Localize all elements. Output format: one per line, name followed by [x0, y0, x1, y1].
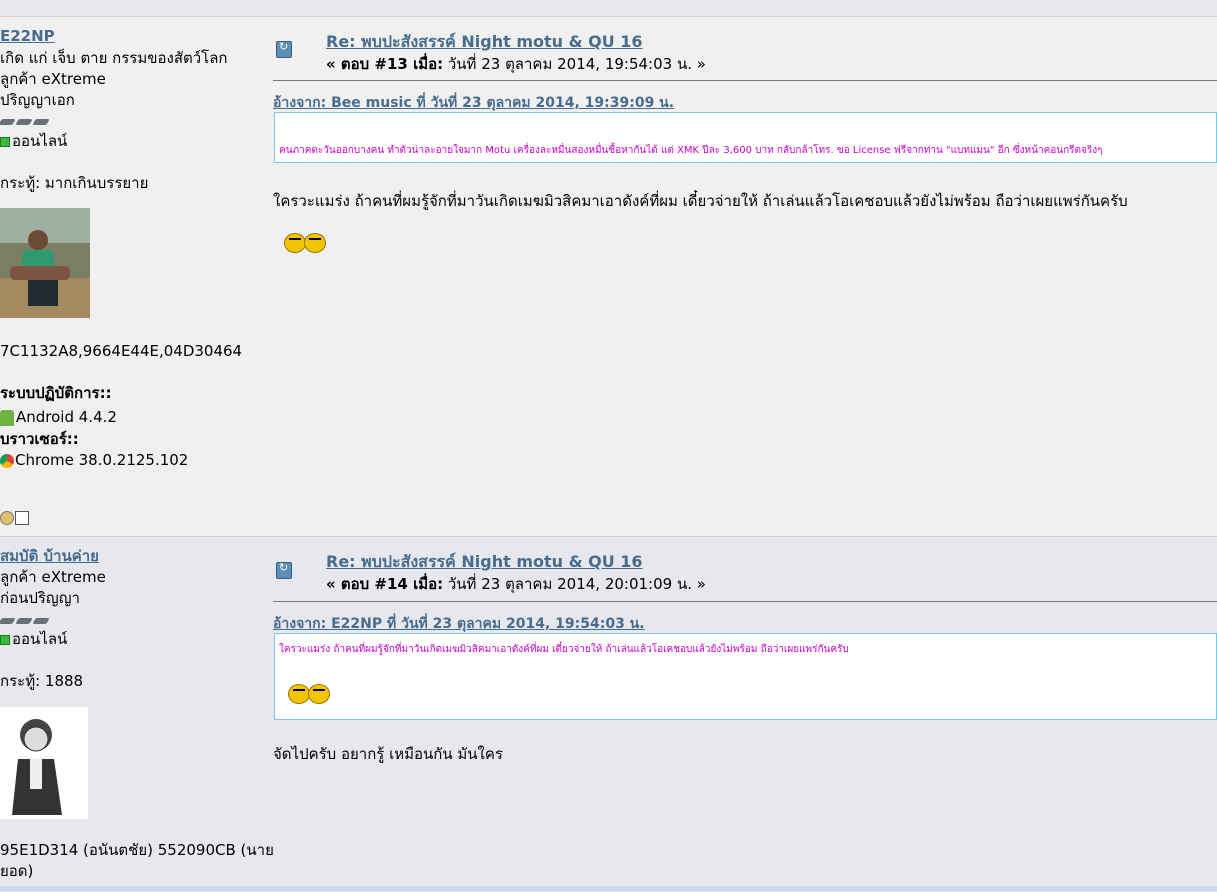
rank-stars-icon	[0, 111, 51, 129]
message-icon	[276, 40, 292, 58]
profile-icon[interactable]	[0, 511, 14, 525]
forum-post: สมบัติ บ้านค่าย ลูกค้า eXtreme ก่อนปริญญ…	[0, 536, 1217, 892]
quote-text: คนภาคตะวันออกบางคน ทำตัวน่าละอายใจมาก Mo…	[279, 145, 1103, 156]
post-meta: « ตอบ #14 เมื่อ: วันที่ 23 ตุลาคม 2014, …	[326, 575, 706, 593]
smiley-icon	[282, 231, 328, 257]
serial-keys: 95E1D314 (อนันตชัย) 552090CB (นาย	[0, 841, 274, 859]
post-content: Re: พบปะสังสรรค์ Night motu & QU 16 « ตอ…	[273, 537, 1217, 892]
browser-label: บราวเซอร์::	[0, 430, 79, 448]
quote-box: ใครวะแมร่ง ถ้าคนที่ผมรู้จักที่มาวันเกิดเ…	[274, 633, 1217, 720]
serial-keys: 7C1132A8,9664E44E,04D30464	[0, 342, 243, 360]
author-name-link[interactable]: E22NP	[0, 27, 55, 45]
post-content: Re: พบปะสังสรรค์ Night motu & QU 16 « ตอ…	[273, 17, 1217, 535]
divider	[273, 601, 1217, 602]
message-icon	[276, 561, 292, 579]
avatar	[0, 707, 88, 819]
member-group: ลูกค้า eXtreme	[0, 70, 106, 88]
author-sidebar: สมบัติ บ้านค่าย ลูกค้า eXtreme ก่อนปริญญ…	[0, 537, 274, 892]
divider	[273, 80, 1217, 81]
os-label: ระบบปฏิบัติการ::	[0, 384, 112, 402]
chrome-icon	[0, 453, 14, 468]
member-rank: ปริญญาเอก	[0, 91, 75, 109]
top-strip	[0, 0, 1217, 17]
avatar	[0, 208, 90, 318]
author-sidebar: E22NP เกิด แก่ เจ็บ ตาย กรรมของสัตว์โลก …	[0, 17, 265, 535]
online-status: ออนไลน์	[0, 630, 67, 648]
member-group: ลูกค้า eXtreme	[0, 568, 106, 586]
profile-icons	[0, 511, 29, 529]
browser-info: Chrome 38.0.2125.102	[0, 451, 188, 469]
member-rank: ก่อนปริญญา	[0, 589, 80, 607]
online-icon	[0, 634, 10, 645]
bottom-strip	[0, 886, 1217, 891]
post-meta: « ตอบ #13 เมื่อ: วันที่ 23 ตุลาคม 2014, …	[326, 55, 706, 73]
android-icon	[0, 409, 14, 426]
post-body: ใครวะแมร่ง ถ้าคนที่ผมรู้จักที่มาวันเกิดเ…	[273, 192, 1128, 210]
quote-header-link[interactable]: อ้างจาก: Bee music ที่ วันที่ 23 ตุลาคม …	[273, 92, 674, 114]
serial-keys-cont: ยอด)	[0, 862, 34, 880]
quote-text: ใครวะแมร่ง ถ้าคนที่ผมรู้จักที่มาวันเกิดเ…	[279, 644, 849, 655]
os-info: Android 4.4.2	[0, 408, 117, 426]
author-title: เกิด แก่ เจ็บ ตาย กรรมของสัตว์โลก	[0, 49, 228, 67]
quote-header-link[interactable]: อ้างจาก: E22NP ที่ วันที่ 23 ตุลาคม 2014…	[273, 613, 645, 635]
smiley-icon	[286, 682, 332, 708]
rank-stars-icon	[0, 610, 51, 628]
online-icon	[0, 136, 10, 147]
personal-message-icon[interactable]	[15, 511, 29, 525]
online-status: ออนไลน์	[0, 132, 67, 150]
author-name-link[interactable]: สมบัติ บ้านค่าย	[0, 547, 99, 565]
post-count: กระทู้: มากเกินบรรยาย	[0, 174, 149, 192]
post-body: จัดไปครับ อยากรู้ เหมือนกัน มันใคร	[273, 745, 503, 763]
forum-post: E22NP เกิด แก่ เจ็บ ตาย กรรมของสัตว์โลก …	[0, 17, 1217, 535]
post-count: กระทู้: 1888	[0, 672, 84, 690]
quote-box: คนภาคตะวันออกบางคน ทำตัวน่าละอายใจมาก Mo…	[274, 112, 1217, 163]
